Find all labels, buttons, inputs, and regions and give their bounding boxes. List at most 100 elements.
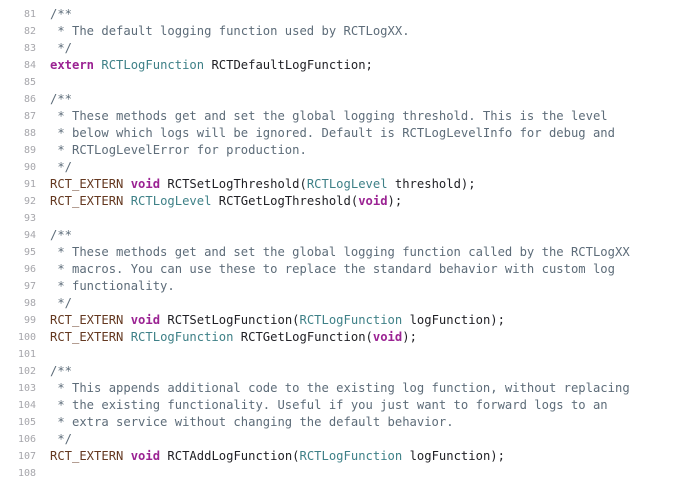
token-comment: */ [50, 160, 73, 174]
code-line[interactable]: 108 [0, 465, 676, 482]
code-line[interactable]: 97 * functionality. [0, 278, 676, 295]
token-plain: ); [402, 330, 417, 344]
code-line[interactable]: 94 /** [0, 227, 676, 244]
token-plain: RCTAddLogFunction( [160, 449, 300, 463]
token-comment: * This appends additional code to the ex… [50, 381, 630, 395]
code-line[interactable]: 100 RCT_EXTERN RCTLogFunction RCTGetLogFu… [0, 329, 676, 346]
line-number: 102 [17, 366, 36, 377]
token-macro: RCT_EXTERN [50, 194, 124, 208]
token-macro: RCT_EXTERN [50, 449, 124, 463]
code-line[interactable]: 87 * These methods get and set the globa… [0, 108, 676, 125]
line-number: 82 [23, 26, 36, 37]
code-line[interactable]: 104 * the existing functionality. Useful… [0, 397, 676, 414]
token-macro: RCT_EXTERN [50, 177, 124, 191]
line-number: 84 [23, 60, 36, 71]
token-plain: RCTSetLogFunction( [160, 313, 300, 327]
code-line[interactable]: 91 RCT_EXTERN void RCTSetLogThreshold(RCT… [0, 176, 676, 193]
line-number: 99 [23, 315, 36, 326]
code-line[interactable]: 90 */ [0, 159, 676, 176]
code-text: /** [50, 363, 72, 380]
code-text: RCT_EXTERN void RCTSetLogFunction(RCTLog… [50, 312, 505, 329]
code-text: * the existing functionality. Useful if … [50, 397, 608, 414]
code-line[interactable]: 106 */ [0, 431, 676, 448]
code-text: */ [50, 40, 72, 57]
code-line[interactable]: 101 [0, 346, 676, 363]
line-number: 105 [17, 417, 36, 428]
token-plain: RCTGetLogThreshold( [211, 194, 359, 208]
code-line[interactable]: 84 extern RCTLogFunction RCTDefaultLogFun… [0, 57, 676, 74]
token-comment: * These methods get and set the global l… [50, 245, 630, 259]
code-line[interactable]: 92 RCT_EXTERN RCTLogLevel RCTGetLogThresh… [0, 193, 676, 210]
token-type: RCTLogLevel [130, 194, 212, 208]
code-line[interactable]: 93 [0, 210, 676, 227]
line-number: 85 [23, 77, 36, 88]
code-line[interactable]: 98 */ [0, 295, 676, 312]
line-number: 106 [17, 434, 36, 445]
code-text: extern RCTLogFunction RCTDefaultLogFunct… [50, 57, 373, 74]
line-number: 90 [23, 162, 36, 173]
code-line[interactable]: 82 * The default logging function used b… [0, 23, 676, 40]
line-number: 100 [17, 332, 36, 343]
line-number: 93 [23, 213, 36, 224]
line-number: 83 [23, 43, 36, 54]
code-text: * RCTLogLevelError for production. [50, 142, 307, 159]
code-line[interactable]: 96 * macros. You can use these to replac… [0, 261, 676, 278]
line-number: 97 [23, 281, 36, 292]
code-line[interactable]: 95 * These methods get and set the globa… [0, 244, 676, 261]
line-number: 98 [23, 298, 36, 309]
code-line[interactable]: 86 /** [0, 91, 676, 108]
code-text: * These methods get and set the global l… [50, 244, 630, 261]
token-comment: /** [50, 7, 73, 21]
code-text: /** [50, 91, 72, 108]
code-text: RCT_EXTERN RCTLogLevel RCTGetLogThreshol… [50, 193, 402, 210]
token-plain: RCTSetLogThreshold( [160, 177, 307, 191]
token-comment: * functionality. [50, 279, 175, 293]
token-type: RCTLogLevel [306, 177, 388, 191]
code-line[interactable]: 88 * below which logs will be ignored. D… [0, 125, 676, 142]
token-comment: * These methods get and set the global l… [50, 109, 608, 123]
code-line[interactable]: 85 [0, 74, 676, 91]
line-number: 94 [23, 230, 36, 241]
code-text: */ [50, 431, 72, 448]
token-comment: * the existing functionality. Useful if … [50, 398, 608, 412]
token-comment: * RCTLogLevelError for production. [50, 143, 307, 157]
code-line[interactable]: 105 * extra service without changing the… [0, 414, 676, 431]
code-line[interactable]: 102 /** [0, 363, 676, 380]
token-plain: threshold); [387, 177, 476, 191]
token-type: RCTLogFunction [130, 330, 234, 344]
line-number: 92 [23, 196, 36, 207]
line-number: 91 [23, 179, 36, 190]
token-macro: RCT_EXTERN [50, 330, 124, 344]
code-line[interactable]: 103 * This appends additional code to th… [0, 380, 676, 397]
line-number: 103 [17, 383, 36, 394]
code-text: */ [50, 295, 72, 312]
token-keyword: void [130, 449, 161, 463]
code-text: */ [50, 159, 72, 176]
token-keyword: extern [50, 58, 95, 72]
token-macro: RCT_EXTERN [50, 313, 124, 327]
code-text: RCT_EXTERN void RCTSetLogThreshold(RCTLo… [50, 176, 476, 193]
code-text: /** [50, 6, 72, 23]
code-text: * These methods get and set the global l… [50, 108, 608, 125]
code-line[interactable]: 89 * RCTLogLevelError for production. [0, 142, 676, 159]
code-line[interactable]: 107 RCT_EXTERN void RCTAddLogFunction(RCT… [0, 448, 676, 465]
line-number: 101 [17, 349, 36, 360]
code-line[interactable]: 81 /** [0, 6, 676, 23]
line-number: 108 [17, 468, 36, 479]
code-text: * extra service without changing the def… [50, 414, 453, 431]
code-text: * functionality. [50, 278, 175, 295]
code-line[interactable]: 83 */ [0, 40, 676, 57]
token-type: RCTLogFunction [299, 449, 403, 463]
line-number: 107 [17, 451, 36, 462]
code-editor[interactable]: 81 /** 82 * The default logging function u… [0, 0, 676, 482]
token-type: RCTLogFunction [101, 58, 205, 72]
code-text: * macros. You can use these to replace t… [50, 261, 615, 278]
token-comment: /** [50, 92, 73, 106]
token-comment: /** [50, 228, 73, 242]
line-number: 96 [23, 264, 36, 275]
line-number: 87 [23, 111, 36, 122]
code-line[interactable]: 99 RCT_EXTERN void RCTSetLogFunction(RCTL… [0, 312, 676, 329]
